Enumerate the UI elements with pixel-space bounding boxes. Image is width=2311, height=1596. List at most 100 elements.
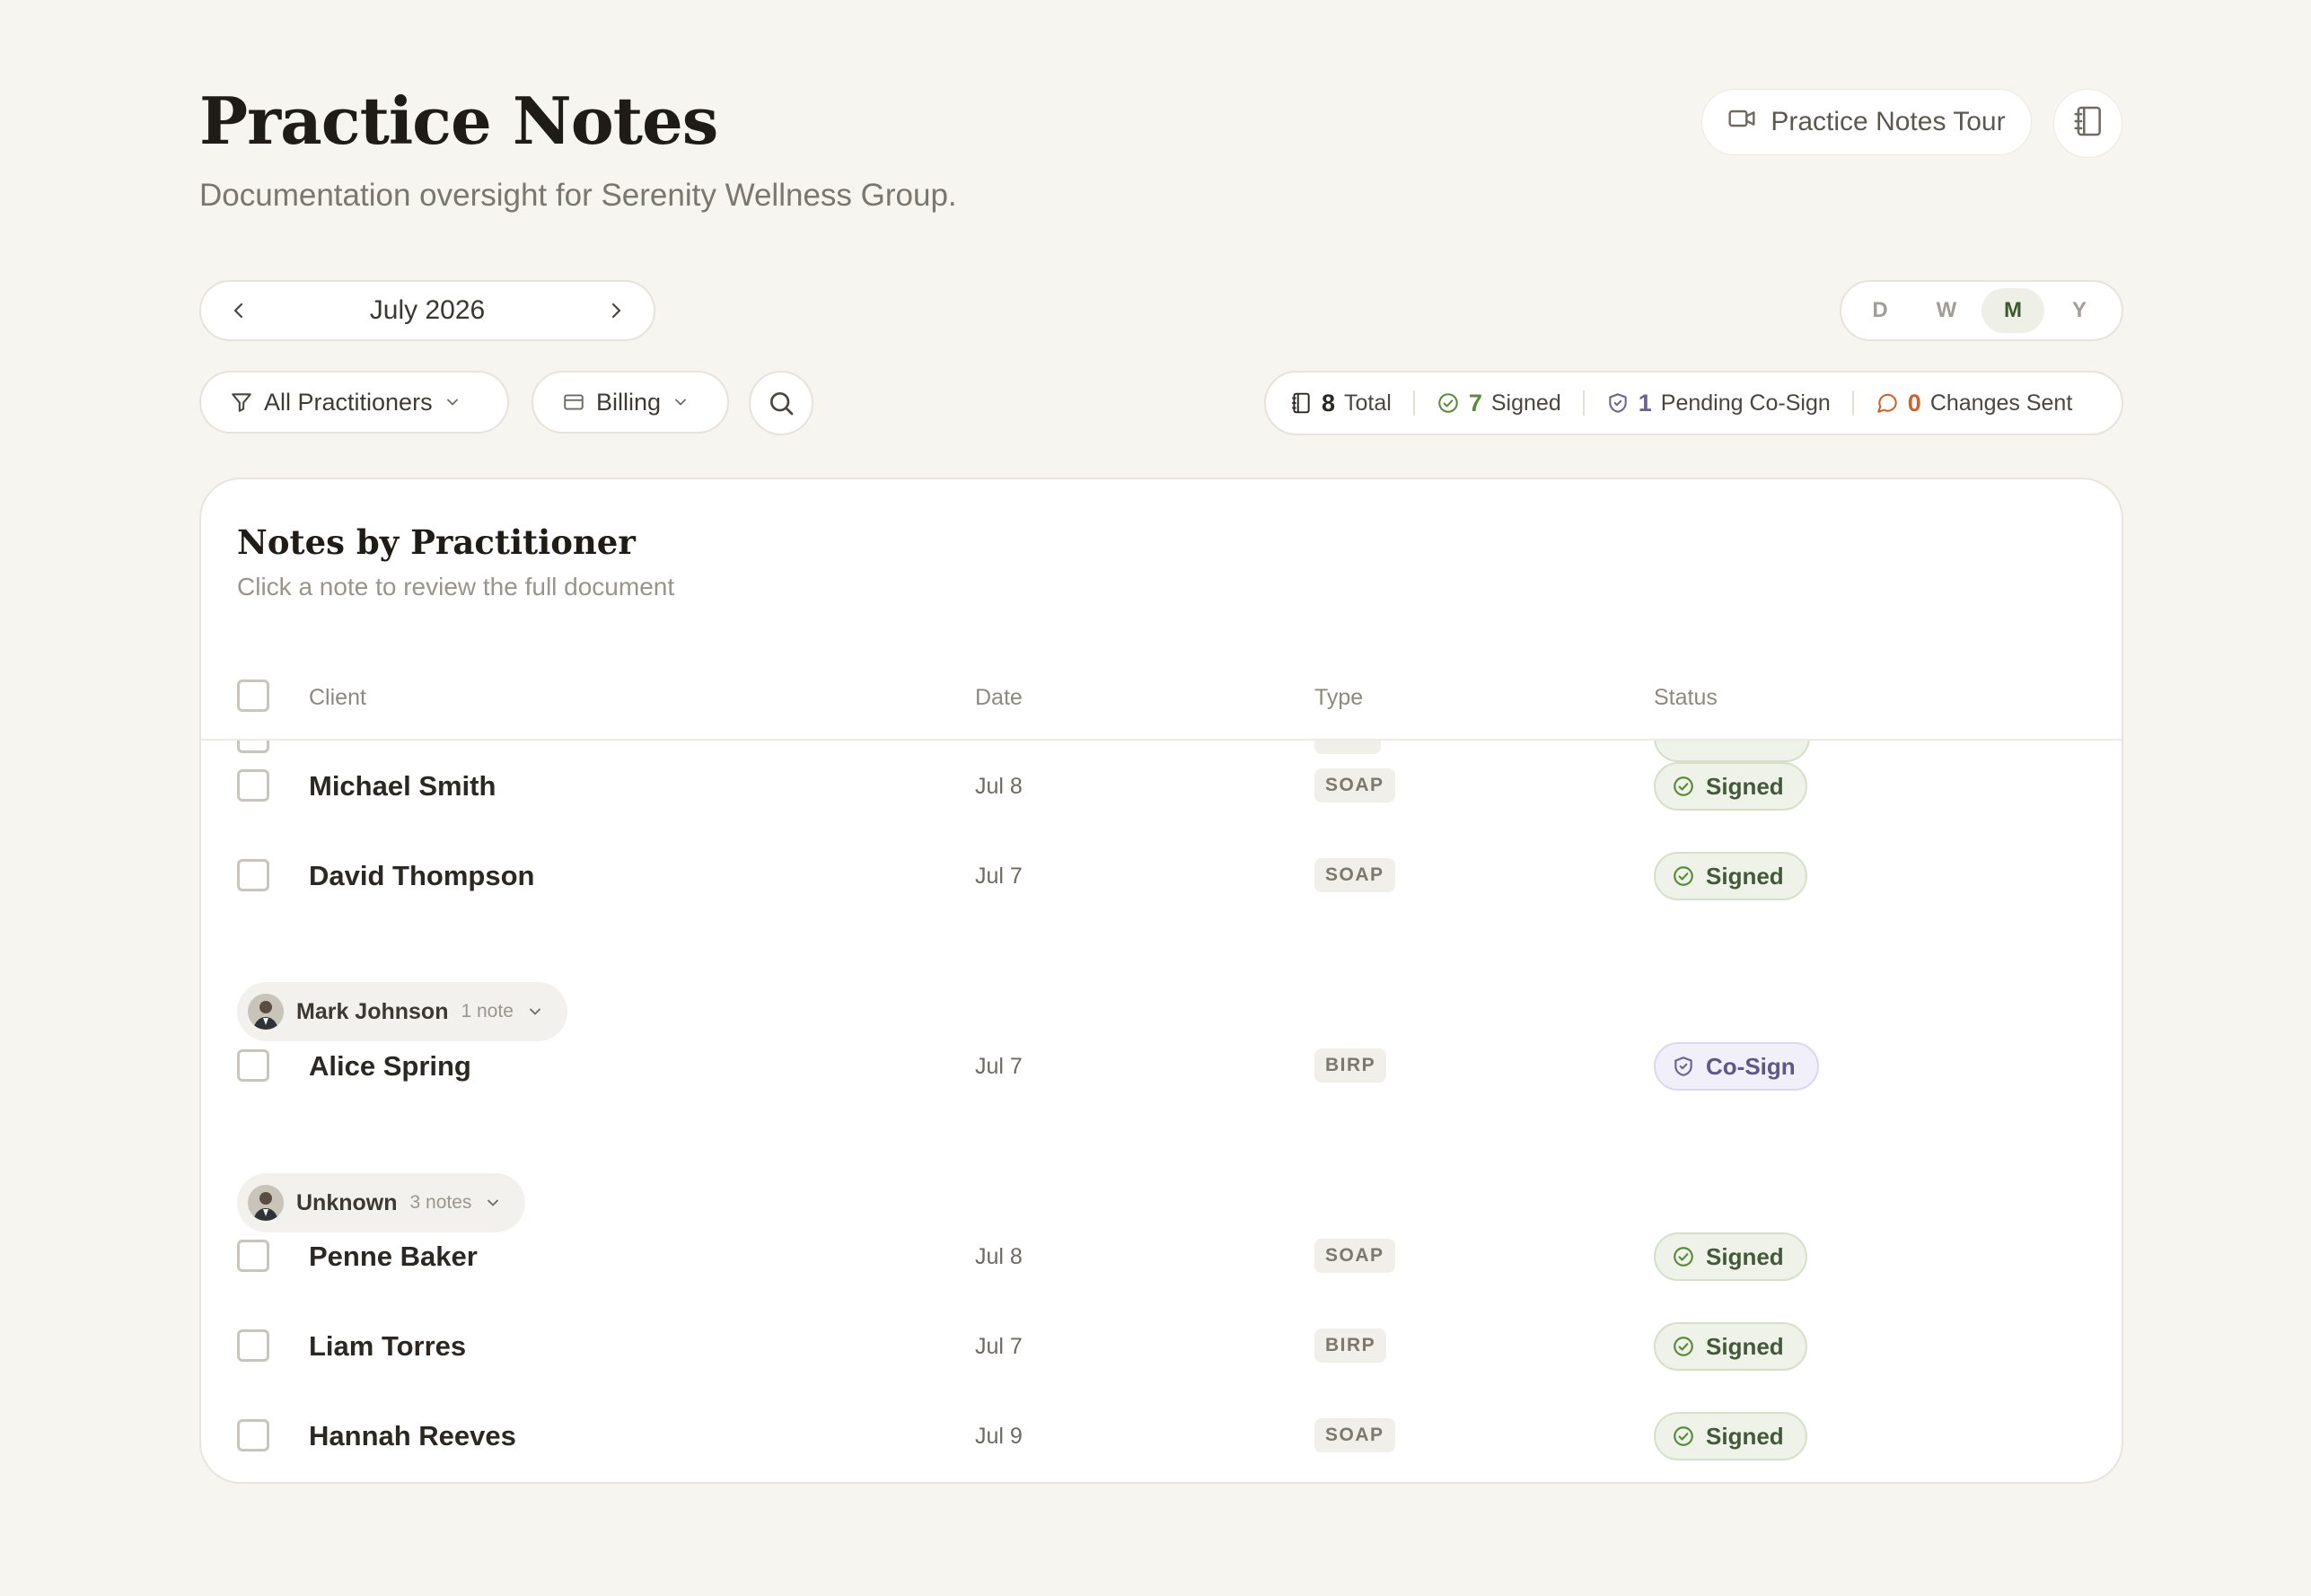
chevron-down-icon [488, 1199, 499, 1206]
shield-check-icon [1674, 1057, 1692, 1076]
column-header-date[interactable]: Date [975, 685, 1023, 711]
client-name: Penne Baker [309, 1241, 478, 1272]
chevron-down-icon [529, 1008, 540, 1015]
status-label: Signed [1706, 862, 1784, 890]
practitioner-filter-label: All Practitioners [264, 388, 433, 416]
notebook-button[interactable] [2053, 89, 2122, 158]
note-type-badge: SOAP [1314, 768, 1395, 802]
note-type-badge: SOAP [1314, 858, 1395, 892]
status-badge: Signed [1654, 1232, 1807, 1281]
chevron-right-icon [611, 303, 621, 319]
stat-signed-count: 7 [1468, 389, 1482, 417]
divider [1412, 390, 1415, 416]
stat-signed-label: Signed [1490, 390, 1561, 416]
table-row[interactable]: David Thompson Jul 7 SOAP Signed [201, 830, 2122, 920]
stat-total-count: 8 [1322, 389, 1336, 417]
select-all-checkbox[interactable] [237, 680, 269, 712]
check-circle-icon [1438, 393, 1458, 413]
status-badge: Signed [1654, 852, 1807, 900]
status-label: Co-Sign [1706, 1052, 1796, 1080]
column-header-client[interactable]: Client [309, 685, 366, 711]
range-option-year[interactable]: Y [2048, 288, 2111, 333]
stat-total-label: Total [1344, 390, 1392, 416]
table-header: Client Date Type Status [201, 654, 2122, 741]
range-toggle: D W M Y [1840, 280, 2123, 341]
column-header-status[interactable]: Status [1654, 685, 1718, 711]
filter-icon [232, 393, 251, 412]
stat-signed[interactable]: 7 Signed [1437, 390, 1561, 417]
chevron-left-icon [233, 303, 243, 319]
table-row[interactable]: Alice Spring Jul 7 BIRP Co-Sign [201, 1021, 2122, 1110]
page-subtitle: Documentation oversight for Serenity Wel… [199, 178, 957, 213]
chevron-down-icon [446, 399, 458, 406]
divider [1582, 390, 1585, 416]
status-badge: Signed [1654, 1322, 1807, 1371]
previous-month-button[interactable] [221, 293, 257, 329]
check-circle-icon [1674, 776, 1693, 796]
note-type-badge: SOAP [1314, 1239, 1395, 1273]
status-label: Signed [1706, 1332, 1784, 1360]
note-type-badge: BIRP [1314, 1048, 1387, 1083]
row-checkbox[interactable] [237, 1240, 269, 1272]
notebook-icon [2071, 104, 2105, 143]
search-icon [770, 392, 794, 416]
month-picker: July 2026 [199, 280, 655, 341]
row-checkbox[interactable] [237, 1419, 269, 1451]
row-checkbox[interactable] [237, 1329, 269, 1362]
range-option-day[interactable]: D [1849, 288, 1911, 333]
table-row[interactable]: Hannah Reeves Jul 9 SOAP Signed [201, 1390, 2122, 1480]
stat-pending-cosign[interactable]: 1 Pending Co-Sign [1606, 390, 1831, 417]
column-header-type[interactable]: Type [1314, 685, 1363, 711]
notes-card: Notes by Practitioner Click a note to re… [199, 478, 2123, 1484]
card-subtitle: Click a note to review the full document [237, 573, 675, 601]
range-option-week[interactable]: W [1915, 288, 1978, 333]
note-date: Jul 9 [975, 1424, 1023, 1449]
page-title: Practice Notes [199, 83, 718, 159]
client-name: Michael Smith [309, 770, 496, 802]
status-badge: Signed [1654, 1412, 1807, 1460]
stat-changes-sent[interactable]: 0 Changes Sent [1876, 390, 2072, 417]
divider [1851, 390, 1854, 416]
stat-pending-count: 1 [1638, 389, 1652, 417]
billing-filter-label: Billing [596, 388, 662, 416]
client-name: Alice Spring [309, 1050, 471, 1082]
billing-filter-dropdown[interactable]: Billing [532, 371, 729, 434]
row-checkbox[interactable] [237, 1049, 269, 1082]
status-badge: Co-Sign [1654, 1042, 1819, 1091]
check-circle-icon [1674, 866, 1693, 886]
card-title: Notes by Practitioner [237, 522, 636, 562]
search-button[interactable] [749, 371, 813, 435]
check-circle-icon [1674, 1337, 1693, 1356]
row-checkbox[interactable] [237, 859, 269, 891]
table-row[interactable]: Michael Smith Jul 8 SOAP Signed [201, 741, 2122, 830]
status-badge: Signed [1654, 762, 1807, 811]
next-month-button[interactable] [598, 293, 634, 329]
range-option-month[interactable]: M [1981, 288, 2044, 333]
practitioner-filter-dropdown[interactable]: All Practitioners [199, 371, 509, 434]
check-circle-icon [1674, 1426, 1693, 1446]
notes-table-body: Michael Smith Jul 8 SOAP Signed David Th… [201, 741, 2122, 1482]
tour-button-label: Practice Notes Tour [1771, 107, 2006, 136]
note-date: Jul 7 [975, 864, 1023, 889]
message-circle-icon [1877, 393, 1897, 413]
table-row[interactable]: Penne Baker Jul 8 SOAP Signed [201, 1211, 2122, 1301]
status-label: Signed [1706, 1242, 1784, 1270]
practice-notes-tour-button[interactable]: Practice Notes Tour [1701, 89, 2032, 155]
client-name: David Thompson [309, 860, 535, 891]
notes-summary-bar: 8 Total 7 Signed 1 Pending Co-Sign 0 Cha… [1264, 371, 2123, 435]
current-month-label: July 2026 [369, 295, 486, 325]
note-type-badge: SOAP [1314, 1418, 1395, 1452]
note-date: Jul 7 [975, 1334, 1023, 1359]
stat-pending-label: Pending Co-Sign [1660, 390, 1831, 416]
note-type-badge: BIRP [1314, 1329, 1387, 1363]
chevron-down-icon [675, 399, 686, 406]
credit-card-icon [564, 394, 584, 410]
check-circle-icon [1674, 1247, 1693, 1267]
row-checkbox[interactable] [237, 769, 269, 802]
status-label: Signed [1706, 1422, 1784, 1450]
stat-total[interactable]: 8 Total [1289, 390, 1392, 417]
status-label: Signed [1706, 772, 1784, 800]
notebook-icon [1292, 392, 1310, 414]
practitioner-note-count: 1 note [461, 1001, 514, 1022]
table-row[interactable]: Liam Torres Jul 7 BIRP Signed [201, 1301, 2122, 1390]
